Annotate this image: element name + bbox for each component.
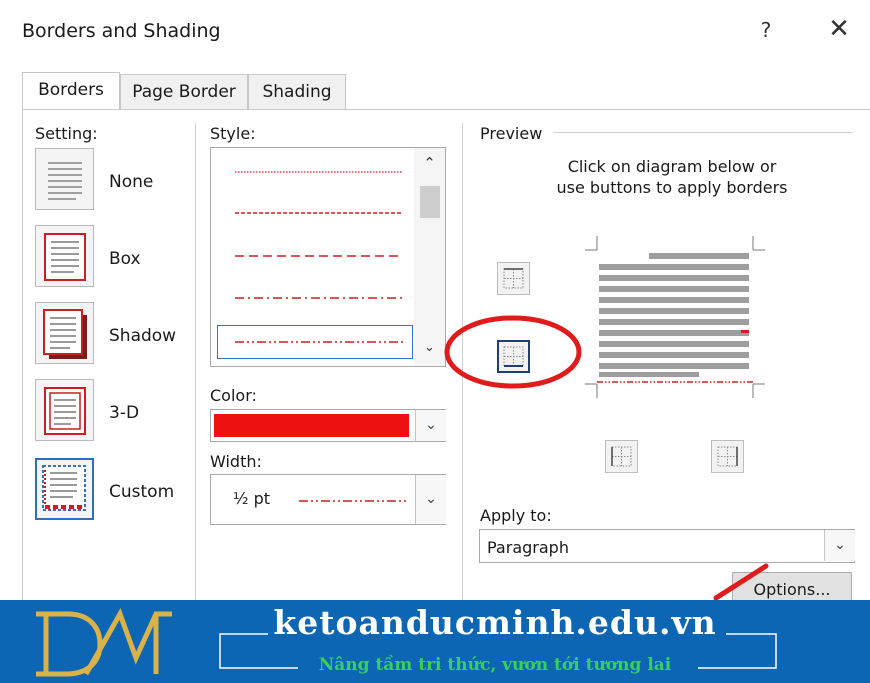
width-label: Width: bbox=[210, 452, 262, 471]
annotation-arrow bbox=[713, 563, 769, 601]
title-bar: Borders and Shading ? ✕ bbox=[0, 0, 870, 62]
left-border-button[interactable] bbox=[605, 440, 638, 473]
chevron-down-icon[interactable]: ⌄ bbox=[824, 530, 855, 561]
apply-to-value: Paragraph bbox=[487, 538, 569, 557]
setting-box-label: Box bbox=[109, 249, 141, 269]
color-label: Color: bbox=[210, 386, 257, 405]
borders-and-shading-dialog: Borders and Shading ? ✕ Borders Page Bor… bbox=[0, 0, 870, 606]
style-option-dash-dot-dot[interactable] bbox=[217, 325, 413, 359]
setting-custom-icon bbox=[42, 465, 86, 511]
divider bbox=[195, 123, 196, 601]
width-value: ½ pt bbox=[233, 489, 271, 508]
style-list[interactable] bbox=[210, 147, 446, 367]
setting-box-icon bbox=[44, 233, 86, 281]
preview-label: Preview bbox=[480, 124, 543, 143]
scroll-up-icon[interactable]: ⌃ bbox=[414, 154, 445, 172]
preview-hint-1: Click on diagram below or bbox=[567, 157, 777, 176]
right-border-icon bbox=[717, 446, 738, 467]
site-name: ketoanducminh.edu.vn bbox=[273, 603, 717, 642]
style-option-dash-large[interactable] bbox=[217, 239, 413, 273]
color-swatch bbox=[214, 414, 409, 437]
chevron-down-icon[interactable]: ⌄ bbox=[415, 475, 446, 524]
apply-to-label: Apply to: bbox=[480, 506, 552, 525]
ducminh-logo bbox=[36, 608, 172, 677]
chevron-down-icon[interactable]: ⌄ bbox=[415, 410, 446, 441]
top-border-button[interactable] bbox=[497, 262, 530, 295]
width-line-sample bbox=[299, 500, 407, 502]
setting-label: Setting: bbox=[35, 124, 98, 143]
apply-to-dropdown[interactable]: Paragraph ⌄ bbox=[479, 529, 855, 563]
style-option-dash-small[interactable] bbox=[217, 196, 413, 230]
setting-3d-label: 3-D bbox=[109, 403, 140, 423]
preview-separator bbox=[553, 132, 853, 133]
close-button[interactable]: ✕ bbox=[822, 14, 856, 44]
left-border-icon bbox=[611, 446, 632, 467]
tab-shading[interactable]: Shading bbox=[248, 74, 346, 109]
setting-shadow-label: Shadow bbox=[109, 326, 177, 346]
scroll-down-icon[interactable]: ⌄ bbox=[414, 340, 445, 355]
setting-box-button[interactable] bbox=[35, 225, 94, 287]
setting-none-button[interactable] bbox=[35, 148, 94, 210]
setting-custom-button[interactable] bbox=[35, 458, 94, 520]
preview-diagram[interactable] bbox=[577, 232, 773, 402]
setting-shadow-button[interactable] bbox=[35, 302, 94, 364]
color-dropdown[interactable]: ⌄ bbox=[210, 409, 446, 442]
setting-3d-icon bbox=[44, 387, 86, 435]
tab-borders[interactable]: Borders bbox=[22, 72, 120, 109]
help-button[interactable]: ? bbox=[754, 18, 778, 42]
preview-hint-2: use buttons to apply borders bbox=[556, 178, 788, 197]
style-scrollbar[interactable]: ⌃ ⌄ bbox=[414, 148, 445, 366]
tab-page-border[interactable]: Page Border bbox=[120, 74, 248, 109]
setting-custom-label: Custom bbox=[109, 482, 175, 502]
setting-3d-button[interactable] bbox=[35, 379, 94, 441]
style-option-dash-dot[interactable] bbox=[217, 281, 413, 315]
scroll-thumb[interactable] bbox=[420, 186, 440, 218]
setting-shadow-icon bbox=[43, 309, 87, 359]
site-tagline: Nâng tầm tri thức, vươn tới tương lai bbox=[318, 655, 672, 675]
style-option-dotted[interactable] bbox=[217, 155, 413, 189]
setting-none-icon bbox=[48, 162, 82, 200]
top-border-icon bbox=[503, 268, 524, 289]
setting-none-label: None bbox=[109, 172, 154, 192]
style-label: Style: bbox=[210, 124, 256, 143]
right-border-button[interactable] bbox=[711, 440, 744, 473]
highlight-circle bbox=[444, 315, 582, 389]
width-dropdown[interactable]: ½ pt ⌄ bbox=[210, 474, 446, 525]
window-title: Borders and Shading bbox=[22, 20, 221, 42]
